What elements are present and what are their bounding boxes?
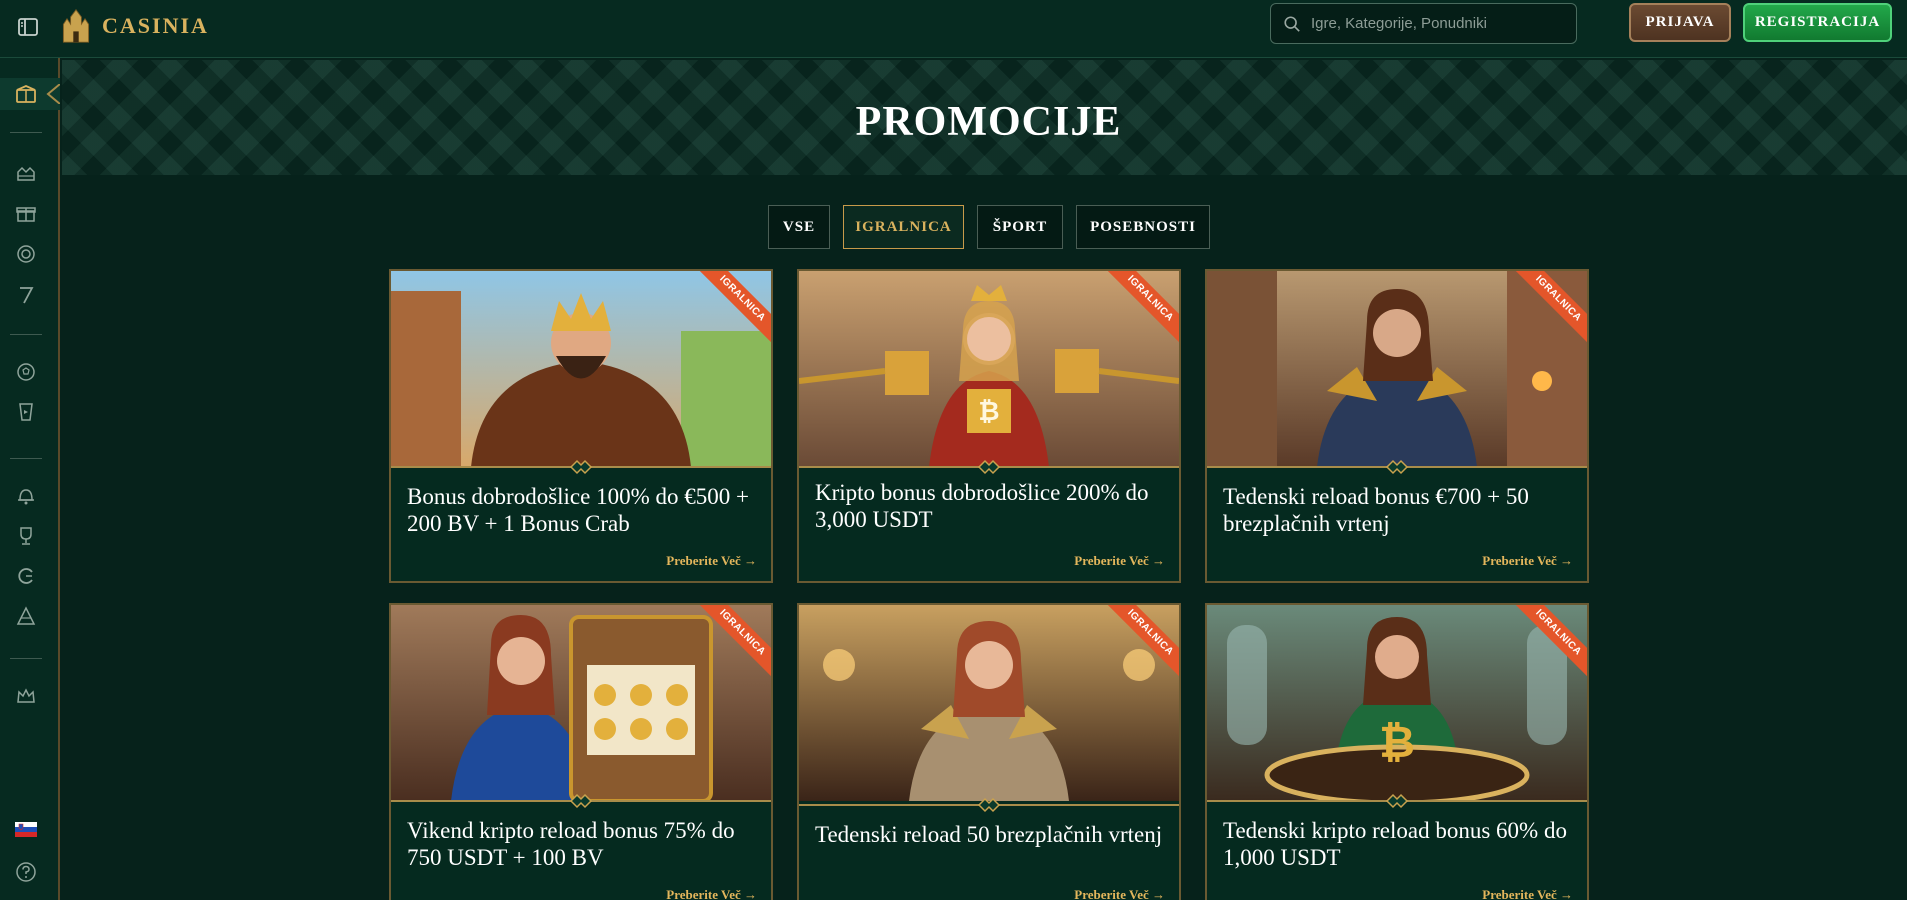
promo-card[interactable]: ₿ IGRALNICA Tedenski kripto reload bonus… (1205, 603, 1589, 900)
logo-text: CASINIA (102, 13, 209, 38)
casino-icon[interactable] (14, 160, 38, 184)
seven-icon[interactable] (14, 283, 38, 307)
promo-title: Tedenski kripto reload bonus 60% do 1,00… (1223, 818, 1567, 870)
promo-image (391, 605, 771, 801)
register-button[interactable]: REGISTRACIJA (1743, 3, 1892, 42)
crown-icon[interactable] (14, 684, 38, 708)
svg-text:₿: ₿ (1379, 718, 1415, 767)
read-more-link[interactable]: Preberite Več → (1074, 887, 1165, 900)
chip-icon[interactable] (14, 242, 38, 266)
read-more-link[interactable]: Preberite Več → (1074, 553, 1165, 569)
diamond-ornament-icon (1385, 793, 1409, 809)
diamond-ornament-icon (977, 459, 1001, 475)
trophy-icon[interactable] (14, 524, 38, 548)
promo-title: Kripto bonus dobrodošlice 200% do 3,000 … (815, 480, 1149, 532)
diamond-ornament-icon (569, 793, 593, 809)
live-icon[interactable] (14, 400, 38, 424)
promo-title: Bonus dobrodošlice 100% do €500 + 200 BV… (407, 484, 749, 536)
help-icon[interactable] (15, 861, 37, 883)
sidebar-divider (10, 658, 42, 659)
read-more-link[interactable]: Preberite Več → (1482, 553, 1573, 569)
diamond-ornament-icon (1385, 459, 1409, 475)
diamond-ornament-icon (569, 459, 593, 475)
sidebar-divider (10, 334, 42, 335)
promo-card[interactable]: IGRALNICA Vikend kripto reload bonus 75%… (389, 603, 773, 900)
slovenia-flag-icon[interactable] (15, 822, 37, 837)
read-more-link[interactable]: Preberite Več → (1482, 887, 1573, 900)
football-icon[interactable] (14, 360, 38, 384)
tab-posebnosti[interactable]: POSEBNOSTI (1076, 205, 1210, 249)
page-title: PROMOCIJE (855, 99, 1122, 145)
gift-icon[interactable] (14, 201, 38, 225)
tournament-icon[interactable] (14, 484, 38, 508)
promo-card[interactable]: IGRALNICA Bonus dobrodošlice 100% do €50… (389, 269, 773, 583)
promo-image: ₿ (1207, 605, 1587, 801)
vip-icon[interactable] (14, 604, 38, 628)
read-more-link[interactable]: Preberite Več → (666, 887, 757, 900)
search-input[interactable] (1311, 15, 1561, 32)
promo-image (799, 605, 1179, 801)
sidebar-divider (10, 458, 42, 459)
promo-title: Tedenski reload 50 brezplačnih vrtenj (815, 822, 1163, 847)
sidebar-toggle-icon[interactable] (16, 15, 40, 39)
promo-title: Tedenski reload bonus €700 + 50 brezplač… (1223, 484, 1529, 536)
diamond-ornament-icon (977, 797, 1001, 813)
top-header: CASINIA PRIJAVA REGISTRACIJA (0, 0, 1907, 58)
search-icon (1284, 15, 1300, 32)
promo-card[interactable]: IGRALNICA Tedenski reload 50 brezplačnih… (797, 603, 1181, 900)
read-more-link[interactable]: Preberite Več → (666, 553, 757, 569)
casinia-logo[interactable]: CASINIA (58, 4, 209, 48)
tab-vse[interactable]: VSE (768, 205, 830, 249)
login-button[interactable]: PRIJAVA (1629, 3, 1731, 42)
promo-title: Vikend kripto reload bonus 75% do 750 US… (407, 818, 735, 870)
promo-image: ₿ (799, 271, 1179, 467)
promo-image (391, 271, 771, 467)
tab-sport[interactable]: ŠPORT (977, 205, 1063, 249)
search-box[interactable] (1270, 3, 1577, 44)
promo-card[interactable]: ₿ IGRALNICA Kripto bonus dobrodošlice 20… (797, 269, 1181, 583)
castle-logo-icon (62, 9, 90, 43)
left-sidebar (0, 58, 60, 900)
promo-image (1207, 271, 1587, 467)
promo-card[interactable]: IGRALNICA Tedenski reload bonus €700 + 5… (1205, 269, 1589, 583)
svg-text:₿: ₿ (978, 396, 999, 426)
loyalty-icon[interactable] (14, 564, 38, 588)
tab-igralnica[interactable]: IGRALNICA (843, 205, 964, 249)
